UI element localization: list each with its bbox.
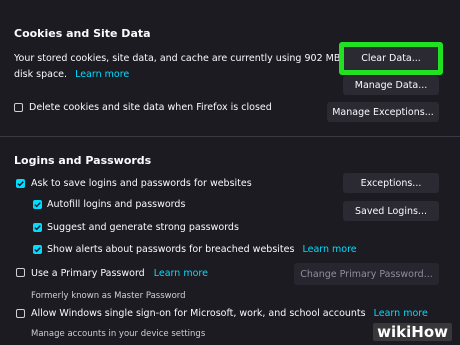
windows-sso-label: Allow Windows single sign-on for Microso…: [31, 308, 366, 319]
checkmark-icon: [34, 247, 41, 253]
breach-learn-more-link[interactable]: Learn more: [302, 244, 356, 255]
clear-data-button[interactable]: Clear Data...: [339, 42, 443, 75]
primary-password-checkbox[interactable]: [16, 268, 25, 277]
breach-alerts-row: Show alerts about passwords for breached…: [47, 244, 357, 255]
logins-heading: Logins and Passwords: [14, 154, 152, 167]
saved-logins-button[interactable]: Saved Logins...: [343, 201, 439, 221]
checkmark-icon: [34, 225, 41, 231]
sso-learn-more-link[interactable]: Learn more: [374, 308, 428, 319]
formerly-known-note: Formerly known as Master Password: [31, 291, 186, 301]
autofill-label: Autofill logins and passwords: [47, 199, 186, 210]
change-primary-password-button[interactable]: Change Primary Password...: [294, 263, 439, 285]
cookies-description-line1: Your stored cookies, site data, and cach…: [14, 53, 353, 64]
windows-sso-checkbox[interactable]: [16, 309, 25, 318]
manage-exceptions-button[interactable]: Manage Exceptions...: [327, 102, 439, 122]
delete-on-close-checkbox[interactable]: [14, 103, 23, 112]
windows-sso-row: Allow Windows single sign-on for Microso…: [31, 308, 428, 319]
primary-password-row: Use a Primary Password Learn more: [31, 268, 208, 279]
exceptions-button[interactable]: Exceptions...: [343, 173, 439, 193]
cookies-learn-more-link[interactable]: Learn more: [75, 69, 129, 80]
wikihow-watermark: wikiHow: [373, 323, 452, 341]
section-divider: [0, 136, 460, 137]
manage-accounts-note: Manage accounts in your device settings: [31, 329, 206, 339]
suggest-passwords-checkbox[interactable]: [33, 223, 42, 232]
delete-on-close-label: Delete cookies and site data when Firefo…: [29, 102, 272, 113]
breach-alerts-checkbox[interactable]: [33, 245, 42, 254]
cookies-description-line2: disk space. Learn more: [14, 69, 129, 80]
primary-password-label: Use a Primary Password: [31, 268, 145, 279]
autofill-checkbox[interactable]: [33, 200, 42, 209]
breach-alerts-label: Show alerts about passwords for breached…: [47, 244, 295, 255]
manage-data-button[interactable]: Manage Data...: [343, 76, 439, 95]
checkmark-icon: [34, 202, 41, 208]
ask-to-save-checkbox[interactable]: [16, 179, 25, 188]
primary-learn-more-link[interactable]: Learn more: [154, 268, 208, 279]
cookies-description-text: disk space.: [14, 69, 68, 80]
cookies-heading: Cookies and Site Data: [14, 27, 151, 40]
suggest-passwords-label: Suggest and generate strong passwords: [47, 222, 239, 233]
ask-to-save-label: Ask to save logins and passwords for web…: [31, 178, 252, 189]
checkmark-icon: [17, 181, 24, 187]
